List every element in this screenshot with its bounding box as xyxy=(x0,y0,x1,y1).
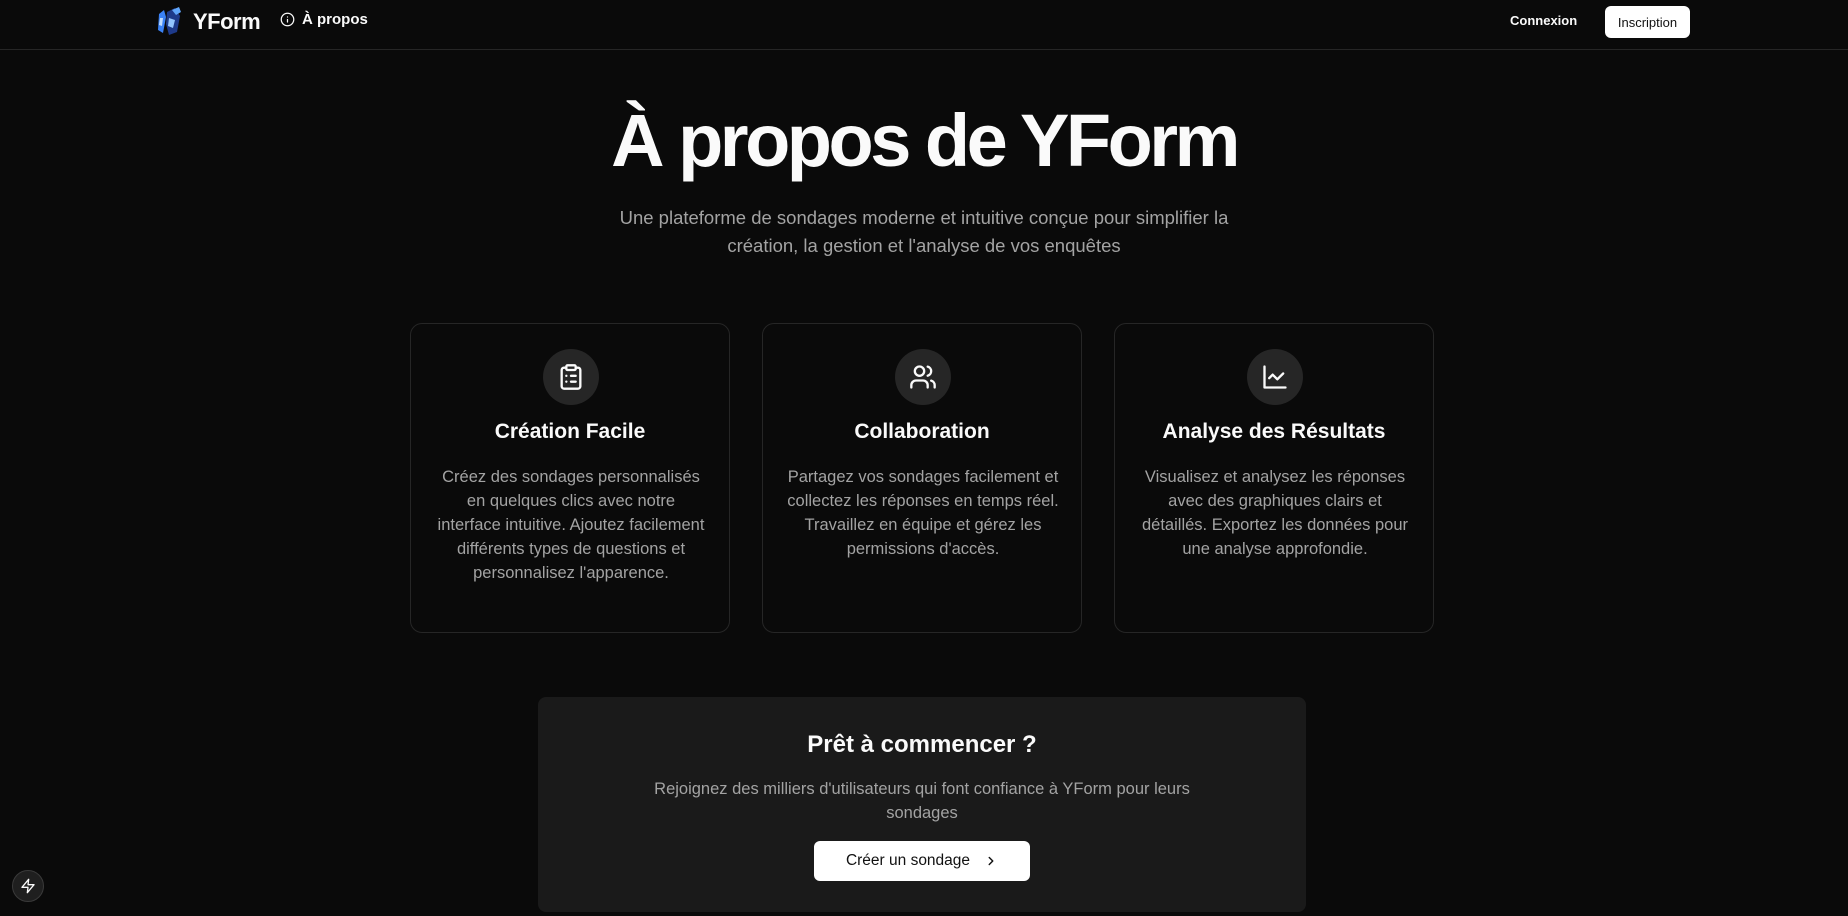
create-survey-label: Créer un sondage xyxy=(845,852,971,869)
page-title: À propos de YForm xyxy=(611,99,1240,182)
feature-description: Partagez vos sondages facilement et coll… xyxy=(787,468,1059,558)
line-chart-icon xyxy=(1263,365,1287,389)
lightning-icon xyxy=(21,878,35,894)
signup-button[interactable]: Inscription xyxy=(1605,6,1690,38)
dev-tools-badge[interactable] xyxy=(12,870,44,902)
brand-link[interactable]: YForm xyxy=(155,6,261,38)
feature-description: Visualisez et analysez les réponses avec… xyxy=(1142,468,1408,558)
cta-section: Prêt à commencer ? Rejoignez des millier… xyxy=(538,697,1306,912)
nav-about-link[interactable]: À propos xyxy=(280,11,368,28)
brand-name: YForm xyxy=(193,9,261,34)
page-subtitle: Une plateforme de sondages moderne et in… xyxy=(619,207,1229,256)
create-survey-button[interactable]: Créer un sondage xyxy=(814,841,1030,881)
feature-title: Analyse des Résultats xyxy=(1162,420,1386,443)
feature-title: Collaboration xyxy=(854,420,990,443)
feature-card-analysis: Analyse des Résultats Visualisez et anal… xyxy=(1114,323,1434,633)
users-icon xyxy=(910,365,936,389)
cta-title: Prêt à commencer ? xyxy=(807,731,1037,758)
feature-card-creation: Création Facile Créez des sondages perso… xyxy=(410,323,730,633)
feature-description: Créez des sondages personnalisés en quel… xyxy=(437,468,705,582)
feature-icon-wrapper xyxy=(895,349,951,405)
yform-logo-icon xyxy=(158,7,181,35)
feature-icon-wrapper xyxy=(543,349,599,405)
feature-card-collaboration: Collaboration Partagez vos sondages faci… xyxy=(762,323,1082,633)
top-navbar: YForm À propos Connexion Inscription xyxy=(0,0,1848,50)
feature-title: Création Facile xyxy=(494,420,646,443)
info-icon xyxy=(280,12,295,27)
login-button[interactable]: Connexion xyxy=(1510,13,1577,28)
feature-icon-wrapper xyxy=(1247,349,1303,405)
chevron-right-icon xyxy=(988,856,994,866)
clipboard-list-icon xyxy=(560,364,582,390)
cta-description: Rejoignez des milliers d'utilisateurs qu… xyxy=(654,780,1190,822)
nav-about-label: À propos xyxy=(302,11,368,28)
